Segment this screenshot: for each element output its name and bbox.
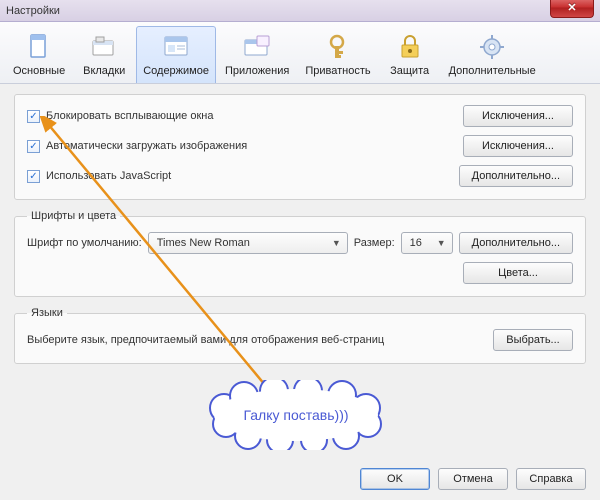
- fonts-more-button[interactable]: Дополнительно...: [459, 232, 573, 254]
- tab-label: Основные: [13, 65, 65, 77]
- lock-icon: [394, 31, 426, 63]
- content-icon: [160, 31, 192, 63]
- page-icon: [23, 31, 55, 63]
- font-select-value: Times New Roman: [157, 237, 250, 249]
- category-toolbar: Основные Вкладки Содержимое Приложения П…: [0, 22, 600, 84]
- privacy-icon: [322, 31, 354, 63]
- tab-tabs[interactable]: Вкладки: [74, 26, 134, 83]
- folder-icon: [88, 31, 120, 63]
- annotation-text: Галку поставь))): [243, 407, 348, 423]
- tab-label: Содержимое: [143, 65, 209, 77]
- titlebar: Настройки ✕: [0, 0, 600, 22]
- tab-apps[interactable]: Приложения: [218, 26, 296, 83]
- annotation-callout: Галку поставь))): [196, 380, 396, 450]
- checkbox-js[interactable]: ✓: [27, 170, 40, 183]
- content-area: ✓ Блокировать всплывающие окна Исключени…: [0, 84, 600, 382]
- choose-language-button[interactable]: Выбрать...: [493, 329, 573, 351]
- checkbox-popup[interactable]: ✓: [27, 110, 40, 123]
- tab-label: Приватность: [305, 65, 370, 77]
- window-title: Настройки: [6, 5, 60, 17]
- ok-button[interactable]: OK: [360, 468, 430, 490]
- close-button[interactable]: ✕: [550, 0, 594, 18]
- help-button[interactable]: Справка: [516, 468, 586, 490]
- group-fonts: Шрифты и цвета Шрифт по умолчанию: Times…: [14, 210, 586, 297]
- checkbox-js-label: Использовать JavaScript: [46, 170, 171, 182]
- langs-description: Выберите язык, предпочитаемый вами для о…: [27, 334, 487, 346]
- cancel-button[interactable]: Отмена: [438, 468, 508, 490]
- size-label: Размер:: [354, 237, 395, 249]
- tab-content[interactable]: Содержимое: [136, 26, 216, 83]
- tab-main[interactable]: Основные: [6, 26, 72, 83]
- chevron-down-icon: ▼: [332, 238, 341, 248]
- checkbox-popup-label: Блокировать всплывающие окна: [46, 110, 213, 122]
- tab-security[interactable]: Защита: [380, 26, 440, 83]
- checkbox-images-label: Автоматически загружать изображения: [46, 140, 247, 152]
- gear-icon: [476, 31, 508, 63]
- exceptions-button-images[interactable]: Исключения...: [463, 135, 573, 157]
- close-icon: ✕: [567, 1, 576, 14]
- tab-label: Дополнительные: [449, 65, 536, 77]
- default-font-label: Шрифт по умолчанию:: [27, 237, 142, 249]
- chevron-down-icon: ▼: [437, 238, 446, 248]
- langs-legend: Языки: [27, 307, 67, 319]
- tab-label: Приложения: [225, 65, 289, 77]
- fonts-legend: Шрифты и цвета: [27, 210, 120, 222]
- dialog-footer: OK Отмена Справка: [360, 468, 586, 490]
- exceptions-button-popup[interactable]: Исключения...: [463, 105, 573, 127]
- tab-advanced[interactable]: Дополнительные: [442, 26, 543, 83]
- group-blocking: ✓ Блокировать всплывающие окна Исключени…: [14, 94, 586, 200]
- tab-label: Защита: [390, 65, 429, 77]
- size-select[interactable]: 16 ▼: [401, 232, 453, 254]
- tab-label: Вкладки: [83, 65, 125, 77]
- group-languages: Языки Выберите язык, предпочитаемый вами…: [14, 307, 586, 364]
- checkbox-images[interactable]: ✓: [27, 140, 40, 153]
- colors-button[interactable]: Цвета...: [463, 262, 573, 284]
- js-more-button[interactable]: Дополнительно...: [459, 165, 573, 187]
- font-select[interactable]: Times New Roman ▼: [148, 232, 348, 254]
- apps-icon: [241, 31, 273, 63]
- tab-privacy[interactable]: Приватность: [298, 26, 377, 83]
- size-select-value: 16: [410, 237, 422, 249]
